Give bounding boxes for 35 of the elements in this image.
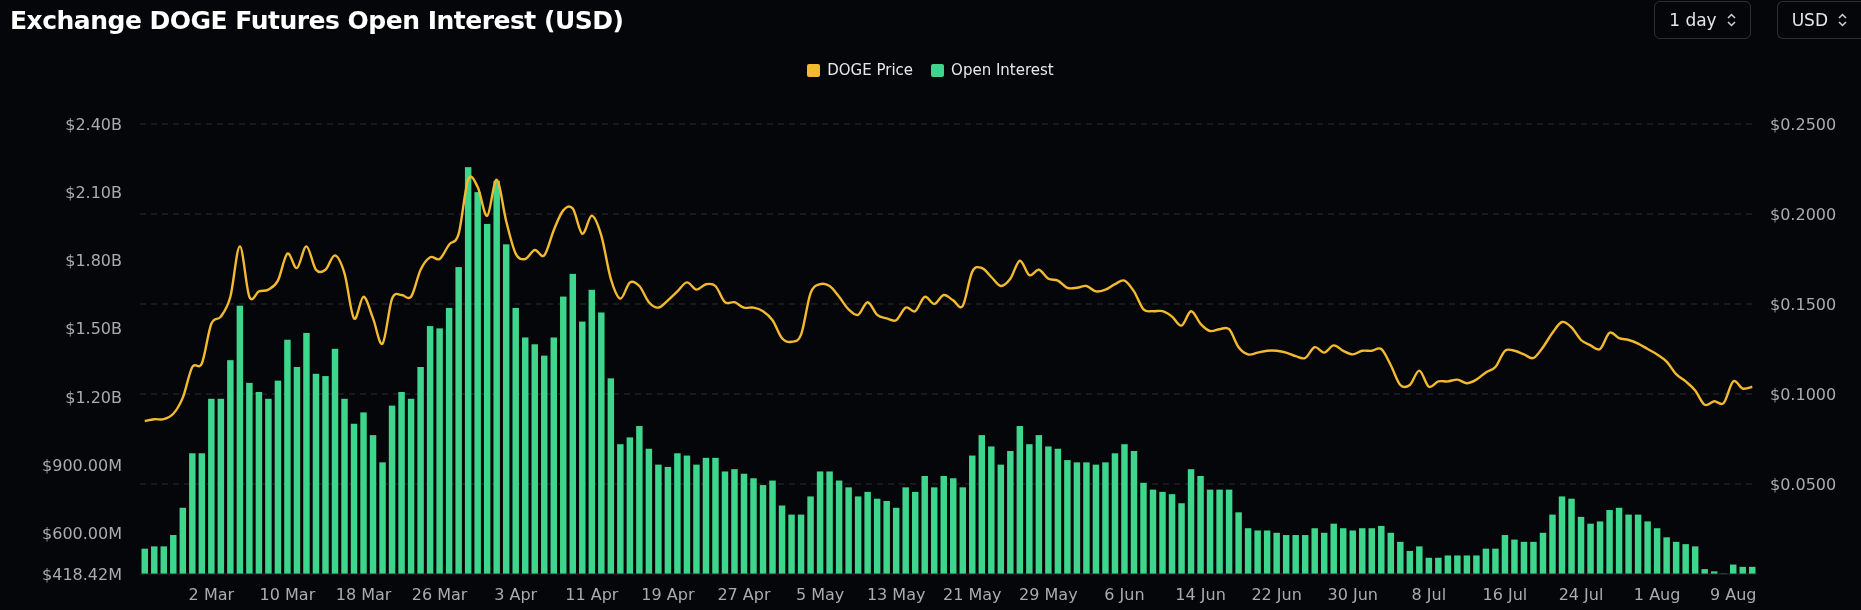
- chart-title: Exchange DOGE Futures Open Interest (USD): [10, 5, 624, 35]
- x-axis-label: 21 May: [943, 585, 1002, 604]
- x-axis-label: 18 Mar: [335, 585, 392, 604]
- y-axis-label: $600.00M: [42, 523, 122, 543]
- y-axis-label: $2.10B: [65, 183, 122, 203]
- x-axis-label: 2 Mar: [188, 585, 235, 604]
- y-axis-label: $1.80B: [65, 251, 122, 271]
- y-axis-label: $900.00M: [42, 455, 122, 475]
- x-axis-label: 3 Apr: [494, 585, 538, 604]
- x-axis-label: 9 Aug: [1709, 585, 1757, 604]
- y-axis-label: $418.42M: [42, 565, 122, 584]
- y-axis-label: $0.2000: [1770, 205, 1837, 224]
- x-axis-label: 1 Aug: [1633, 585, 1681, 604]
- x-axis-label: 27 Apr: [717, 585, 771, 604]
- x-axis-label: 8 Jul: [1411, 585, 1447, 604]
- x-axis-label: 16 Jul: [1482, 585, 1528, 604]
- y-axis-label: $1.50B: [65, 319, 122, 339]
- x-axis-label: 13 May: [866, 585, 926, 604]
- y-axis-label: $0.2500: [1770, 115, 1837, 134]
- y-axis-label: $1.20B: [65, 387, 122, 407]
- x-axis-label: 6 Jun: [1104, 585, 1145, 604]
- x-axis-label: 24 Jul: [1558, 585, 1604, 604]
- x-axis-label: 22 Jun: [1251, 585, 1302, 604]
- x-axis-label: 19 Apr: [641, 585, 695, 604]
- x-axis-label: 10 Mar: [259, 585, 316, 604]
- y-axis-label: $0.1500: [1770, 295, 1837, 314]
- x-axis-label: 11 Apr: [565, 585, 619, 604]
- y-axis-label: $0.0500: [1770, 475, 1837, 494]
- x-axis-label: 26 Mar: [411, 585, 468, 604]
- y-axis-label: $2.40B: [65, 115, 122, 134]
- x-axis-label: 30 Jun: [1327, 585, 1378, 604]
- y-axis-label: $0.1000: [1770, 385, 1837, 404]
- x-axis-label: 14 Jun: [1175, 585, 1226, 604]
- x-axis-label: 29 May: [1019, 585, 1078, 604]
- x-axis-label: 5 May: [795, 585, 845, 604]
